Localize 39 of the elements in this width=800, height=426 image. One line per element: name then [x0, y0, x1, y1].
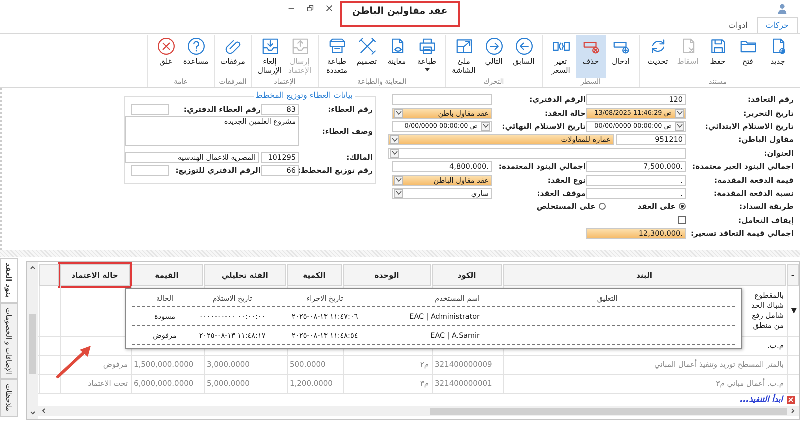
arrow-right-icon — [484, 37, 504, 56]
dropdown-button[interactable] — [394, 188, 403, 198]
start-link[interactable]: ابدأ التنفيذ... — [740, 395, 783, 404]
tray-down-icon — [260, 37, 280, 56]
crossed-tools-icon — [358, 37, 376, 56]
arrow-left-icon — [514, 37, 534, 56]
dropdown-button[interactable] — [675, 122, 684, 131]
printer-icon — [328, 37, 346, 56]
dropdown-button[interactable] — [675, 108, 684, 118]
dropdown-button[interactable] — [390, 148, 399, 158]
dropdown-button[interactable] — [390, 135, 399, 144]
scroll-thumb[interactable] — [29, 314, 36, 374]
close-icon[interactable] — [325, 4, 334, 13]
printer-icon — [418, 37, 436, 56]
dropdown-field[interactable] — [388, 148, 686, 159]
tab[interactable]: ادوات — [719, 17, 757, 33]
window-title: عقد مقاولين الباطن — [340, 1, 460, 27]
checkbox[interactable] — [678, 216, 686, 224]
text-field[interactable] — [131, 104, 169, 116]
vertical-scrollbar[interactable] — [27, 262, 38, 419]
restore-icon[interactable] — [306, 4, 316, 13]
dropdown-button[interactable] — [481, 122, 490, 131]
dropdown-button[interactable] — [394, 108, 403, 118]
text-field[interactable] — [392, 94, 492, 106]
tab[interactable]: حركات — [756, 17, 798, 33]
user-icon[interactable] — [777, 3, 788, 14]
tray-up-icon — [290, 37, 310, 56]
horizontal-scrollbar[interactable] — [38, 406, 799, 416]
scroll-up-icon[interactable] — [30, 265, 36, 271]
close-icon — [156, 37, 176, 56]
scroll-down-icon[interactable] — [30, 410, 36, 416]
help-icon — [186, 37, 206, 56]
scroll-thumb[interactable] — [430, 408, 787, 414]
scroll-right-icon[interactable] — [790, 408, 796, 414]
text-field[interactable] — [131, 164, 169, 176]
scroll-left-icon[interactable] — [41, 408, 47, 414]
section-legend: بيانات العطاء وتوزيع المخطط — [254, 91, 355, 100]
expand-icon — [454, 37, 474, 56]
dropdown-button[interactable] — [394, 176, 403, 185]
